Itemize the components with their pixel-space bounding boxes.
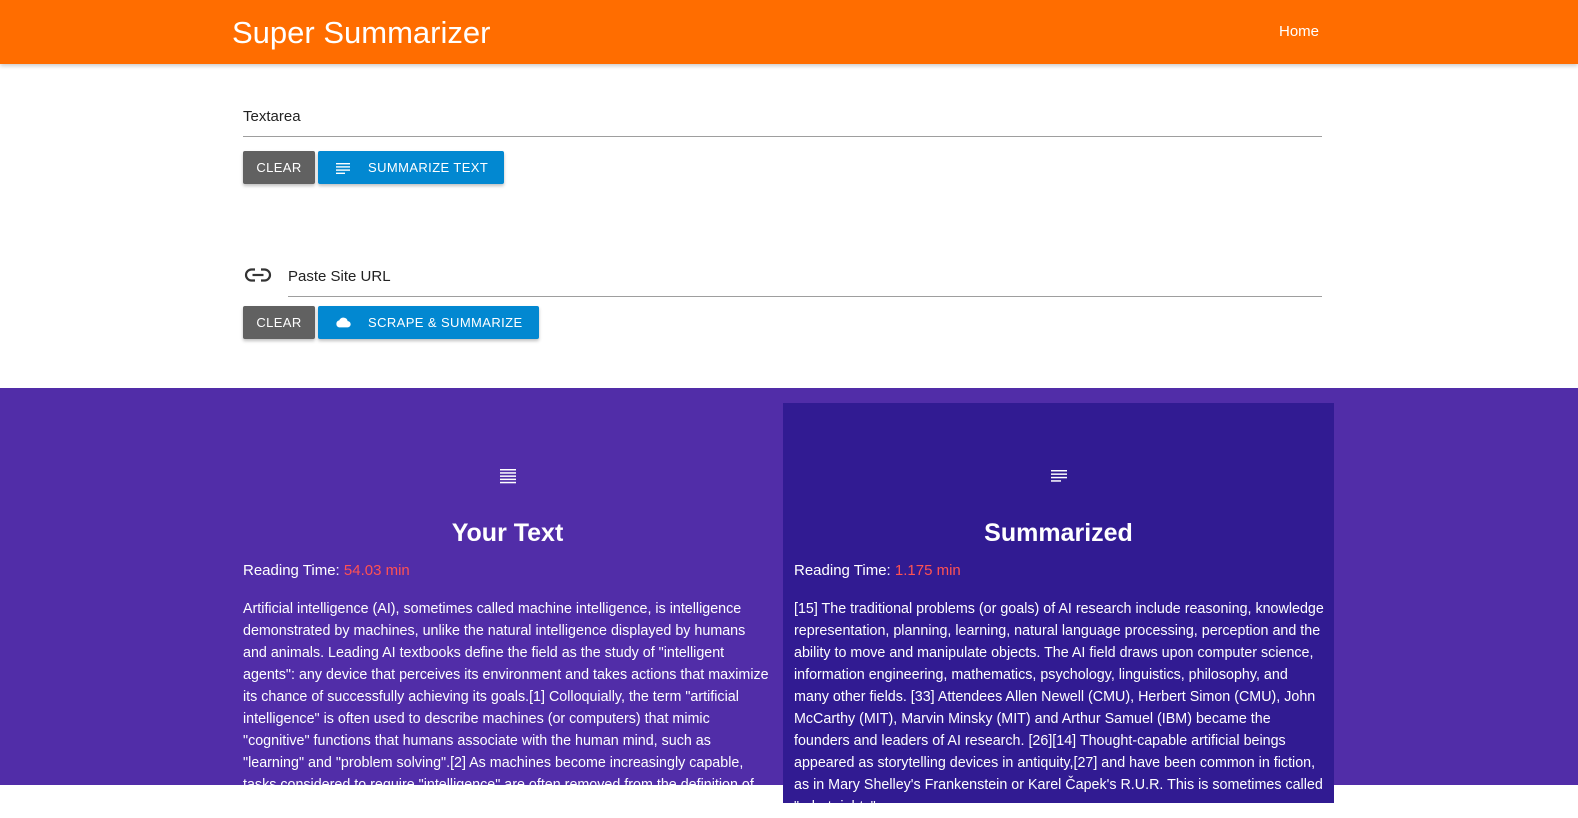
scrape-summarize-label: SCRAPE & SUMMARIZE bbox=[368, 315, 523, 330]
subject-icon bbox=[335, 160, 351, 176]
reading-time-label: Reading Time: bbox=[243, 562, 340, 579]
link-icon bbox=[244, 264, 272, 286]
nav-home-link[interactable]: Home bbox=[1279, 22, 1319, 42]
original-reading-time: Reading Time: 54.03 min bbox=[243, 561, 410, 581]
summary-text-body: [15] The traditional problems (or goals)… bbox=[794, 601, 1324, 815]
subject-icon bbox=[783, 468, 1334, 484]
results-section: Your Text Reading Time: 54.03 min Artifi… bbox=[0, 388, 1578, 815]
clear-url-button[interactable]: CLEAR bbox=[243, 306, 315, 339]
summary-title: Summarized bbox=[984, 519, 1133, 547]
format-align-justify-icon bbox=[232, 468, 783, 484]
original-text-body: Artificial intelligence (AI), sometimes … bbox=[243, 601, 769, 815]
summarize-text-button[interactable]: SUMMARIZE TEXT bbox=[318, 151, 505, 184]
cloud-icon bbox=[335, 315, 351, 331]
original-text-card: Your Text Reading Time: 54.03 min Artifi… bbox=[232, 403, 783, 815]
brand-title[interactable]: Super Summarizer bbox=[232, 14, 490, 52]
reading-time-label: Reading Time: bbox=[794, 562, 891, 579]
original-text-title: Your Text bbox=[451, 519, 564, 547]
text-input-textarea[interactable] bbox=[243, 97, 1322, 137]
summarize-text-label: SUMMARIZE TEXT bbox=[368, 160, 489, 175]
top-navbar: Super Summarizer Home bbox=[0, 0, 1578, 64]
scrape-summarize-button[interactable]: SCRAPE & SUMMARIZE bbox=[318, 306, 539, 339]
site-url-input[interactable] bbox=[288, 257, 1322, 297]
summary-reading-time: Reading Time: 1.175 min bbox=[794, 561, 961, 581]
reading-time-value: 54.03 min bbox=[343, 562, 410, 579]
reading-time-value: 1.175 min bbox=[894, 562, 961, 579]
summary-card: Summarized Reading Time: 1.175 min [15] … bbox=[783, 403, 1334, 815]
clear-text-button[interactable]: CLEAR bbox=[243, 151, 315, 184]
